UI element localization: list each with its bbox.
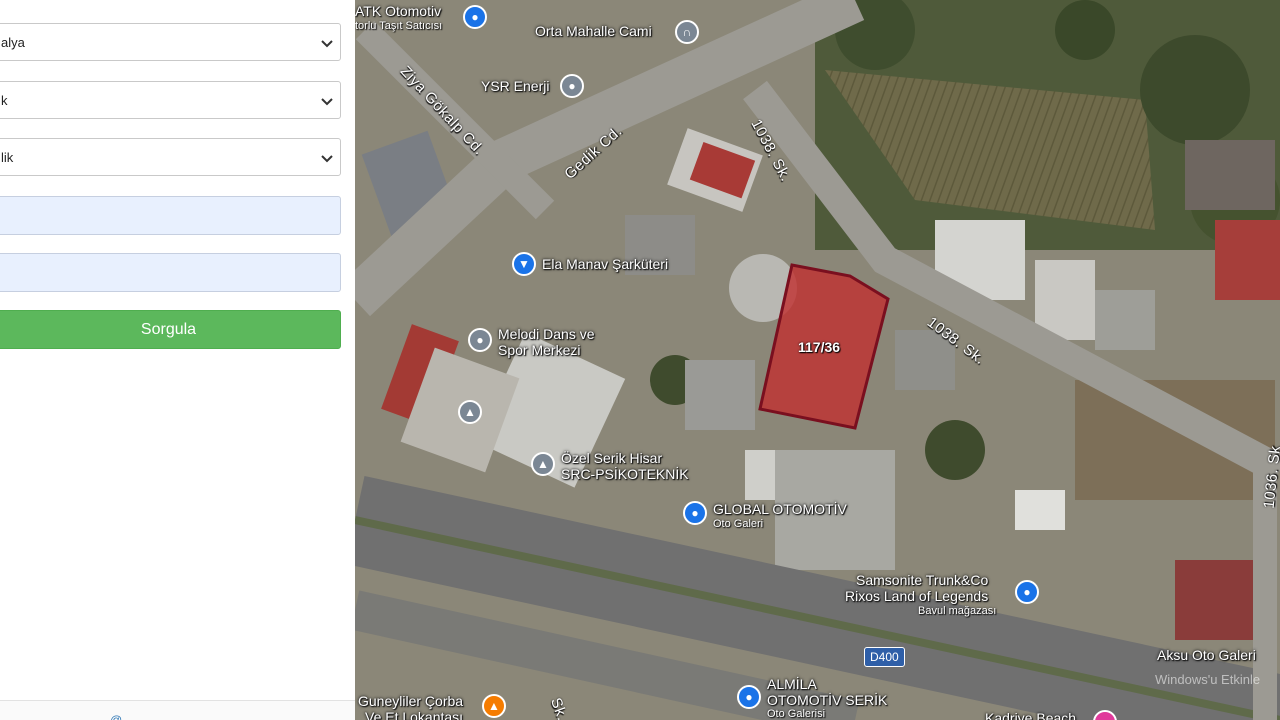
place-label-line2: Rixos Land of Legends xyxy=(845,588,989,604)
place-label[interactable]: Ela Manav Şarküteri xyxy=(542,256,668,272)
parcel-number-input[interactable] xyxy=(0,254,340,291)
neighborhood-select[interactable]: lik xyxy=(0,138,341,176)
pin-icon[interactable]: ● xyxy=(468,328,492,352)
place-label[interactable]: Özel Serik Hisar xyxy=(561,450,662,466)
place-label[interactable]: Kadriye Beach xyxy=(985,710,1076,720)
map-imagery xyxy=(355,0,1280,720)
school-icon[interactable]: ▲ xyxy=(531,452,555,476)
place-label[interactable]: Aksu Oto Galeri xyxy=(1157,647,1256,663)
mosque-icon[interactable]: ∩ xyxy=(675,20,699,44)
footer-link[interactable]: ...@... xyxy=(100,713,132,720)
chevron-down-icon xyxy=(321,98,333,106)
bag-icon[interactable]: ● xyxy=(683,501,707,525)
place-label-line2: SRC-PSİKOTEKNİK xyxy=(561,466,689,482)
route-shield: D400 xyxy=(864,647,905,667)
neighborhood-select-value: lik xyxy=(1,150,14,165)
school-icon[interactable]: ▲ xyxy=(458,400,482,424)
place-label-line2: OTOMOTİV SERİK xyxy=(767,692,888,708)
block-number-field[interactable] xyxy=(0,196,341,235)
place-label-line2: Spor Merkezi xyxy=(498,342,581,358)
query-button[interactable]: Sorgula xyxy=(0,310,341,349)
satellite-map[interactable]: Ziya Gökalp Cd. Gedik Cd. 1038. Sk. 1038… xyxy=(355,0,1280,720)
bag-icon[interactable]: ● xyxy=(463,5,487,29)
district-select[interactable]: k xyxy=(0,81,341,119)
block-number-input[interactable] xyxy=(0,197,340,234)
sidebar-footer: ...@... xyxy=(0,700,355,720)
bag-icon[interactable]: ● xyxy=(1015,580,1039,604)
place-label[interactable]: GLOBAL OTOMOTİV xyxy=(713,501,847,517)
place-sublabel: Oto Galeri xyxy=(713,518,764,530)
place-sublabel: Oto Galerisi xyxy=(767,708,826,720)
place-label[interactable]: Melodi Dans ve xyxy=(498,326,595,342)
place-label[interactable]: ATK Otomotiv xyxy=(355,3,441,19)
place-label[interactable]: Guneyliler Çorba xyxy=(358,693,463,709)
parcel-number-field[interactable] xyxy=(0,253,341,292)
place-label[interactable]: Orta Mahalle Cami xyxy=(535,23,652,39)
place-label-line2: Ve Et Lokantası xyxy=(365,709,464,720)
place-label[interactable]: Samsonite Trunk&Co xyxy=(856,572,988,588)
pin-icon[interactable]: ● xyxy=(560,74,584,98)
district-select-value: k xyxy=(1,93,8,108)
activation-watermark: Windows'u Etkinle xyxy=(1155,672,1261,687)
chevron-down-icon xyxy=(321,155,333,163)
bag-icon[interactable]: ● xyxy=(737,685,761,709)
chevron-down-icon xyxy=(321,40,333,48)
place-sublabel: torlu Taşıt Satıcısı xyxy=(355,20,443,32)
province-select-value: alya xyxy=(1,35,25,50)
province-select[interactable]: alya xyxy=(0,23,341,61)
parcel-label: 117/36 xyxy=(798,339,841,355)
place-label[interactable]: ALMİLA xyxy=(767,676,817,692)
place-label[interactable]: YSR Enerji xyxy=(481,78,549,94)
fork-icon[interactable]: ▲ xyxy=(482,694,506,718)
query-sidebar: alya k lik Sorgula ...@... xyxy=(0,0,356,720)
place-sublabel: Bavul mağazası xyxy=(918,605,997,617)
cart-icon[interactable]: ▼ xyxy=(512,252,536,276)
